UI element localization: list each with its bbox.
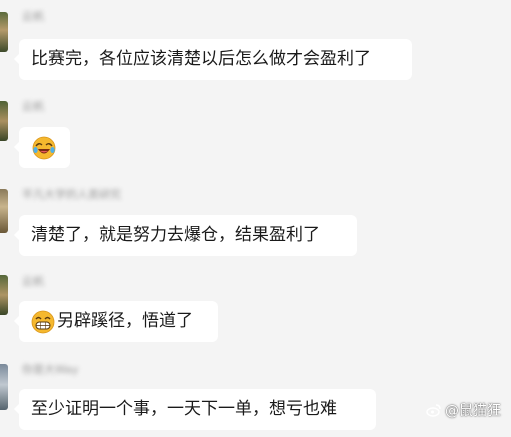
message-bubble[interactable]: 另辟蹊径，悟道了 <box>14 301 218 342</box>
watermark-text: @鼠猫狂 <box>445 403 501 419</box>
message-bubble[interactable] <box>14 127 70 168</box>
avatar[interactable] <box>0 364 8 410</box>
message-text: 至少证明一个事，一天下一单，想亏也难 <box>31 399 337 419</box>
message-bubble[interactable]: 比赛完，各位应该清楚以后怎么做才会盈利了 <box>14 39 412 80</box>
avatar[interactable] <box>0 275 8 315</box>
chat-window: 云帆 比赛完，各位应该清楚以后怎么做才会盈利了 云帆 平凡大学的人类研究 清楚了… <box>0 0 511 437</box>
avatar[interactable] <box>0 101 8 141</box>
sender-name: 你是大Way <box>22 363 79 376</box>
watermark: @鼠猫狂 <box>426 400 501 420</box>
message-text: 另辟蹊径，悟道了 <box>57 311 193 331</box>
laughing-crying-emoji-icon <box>32 136 56 159</box>
avatar[interactable] <box>0 189 8 233</box>
sender-name: 云帆 <box>22 100 44 113</box>
sender-name: 平凡大学的人类研究 <box>22 188 121 201</box>
message-bubble[interactable]: 清楚了，就是努力去爆仓，结果盈利了 <box>14 215 357 256</box>
message-text: 比赛完，各位应该清楚以后怎么做才会盈利了 <box>31 49 371 69</box>
avatar[interactable] <box>0 12 8 52</box>
message-text: 清楚了，就是努力去爆仓，结果盈利了 <box>31 225 320 245</box>
weibo-icon <box>426 404 441 417</box>
message-bubble[interactable]: 至少证明一个事，一天下一单，想亏也难 <box>14 389 376 430</box>
sender-name: 云帆 <box>22 10 44 23</box>
sender-name: 云帆 <box>22 275 44 288</box>
grinning-emoji-icon <box>31 310 55 333</box>
